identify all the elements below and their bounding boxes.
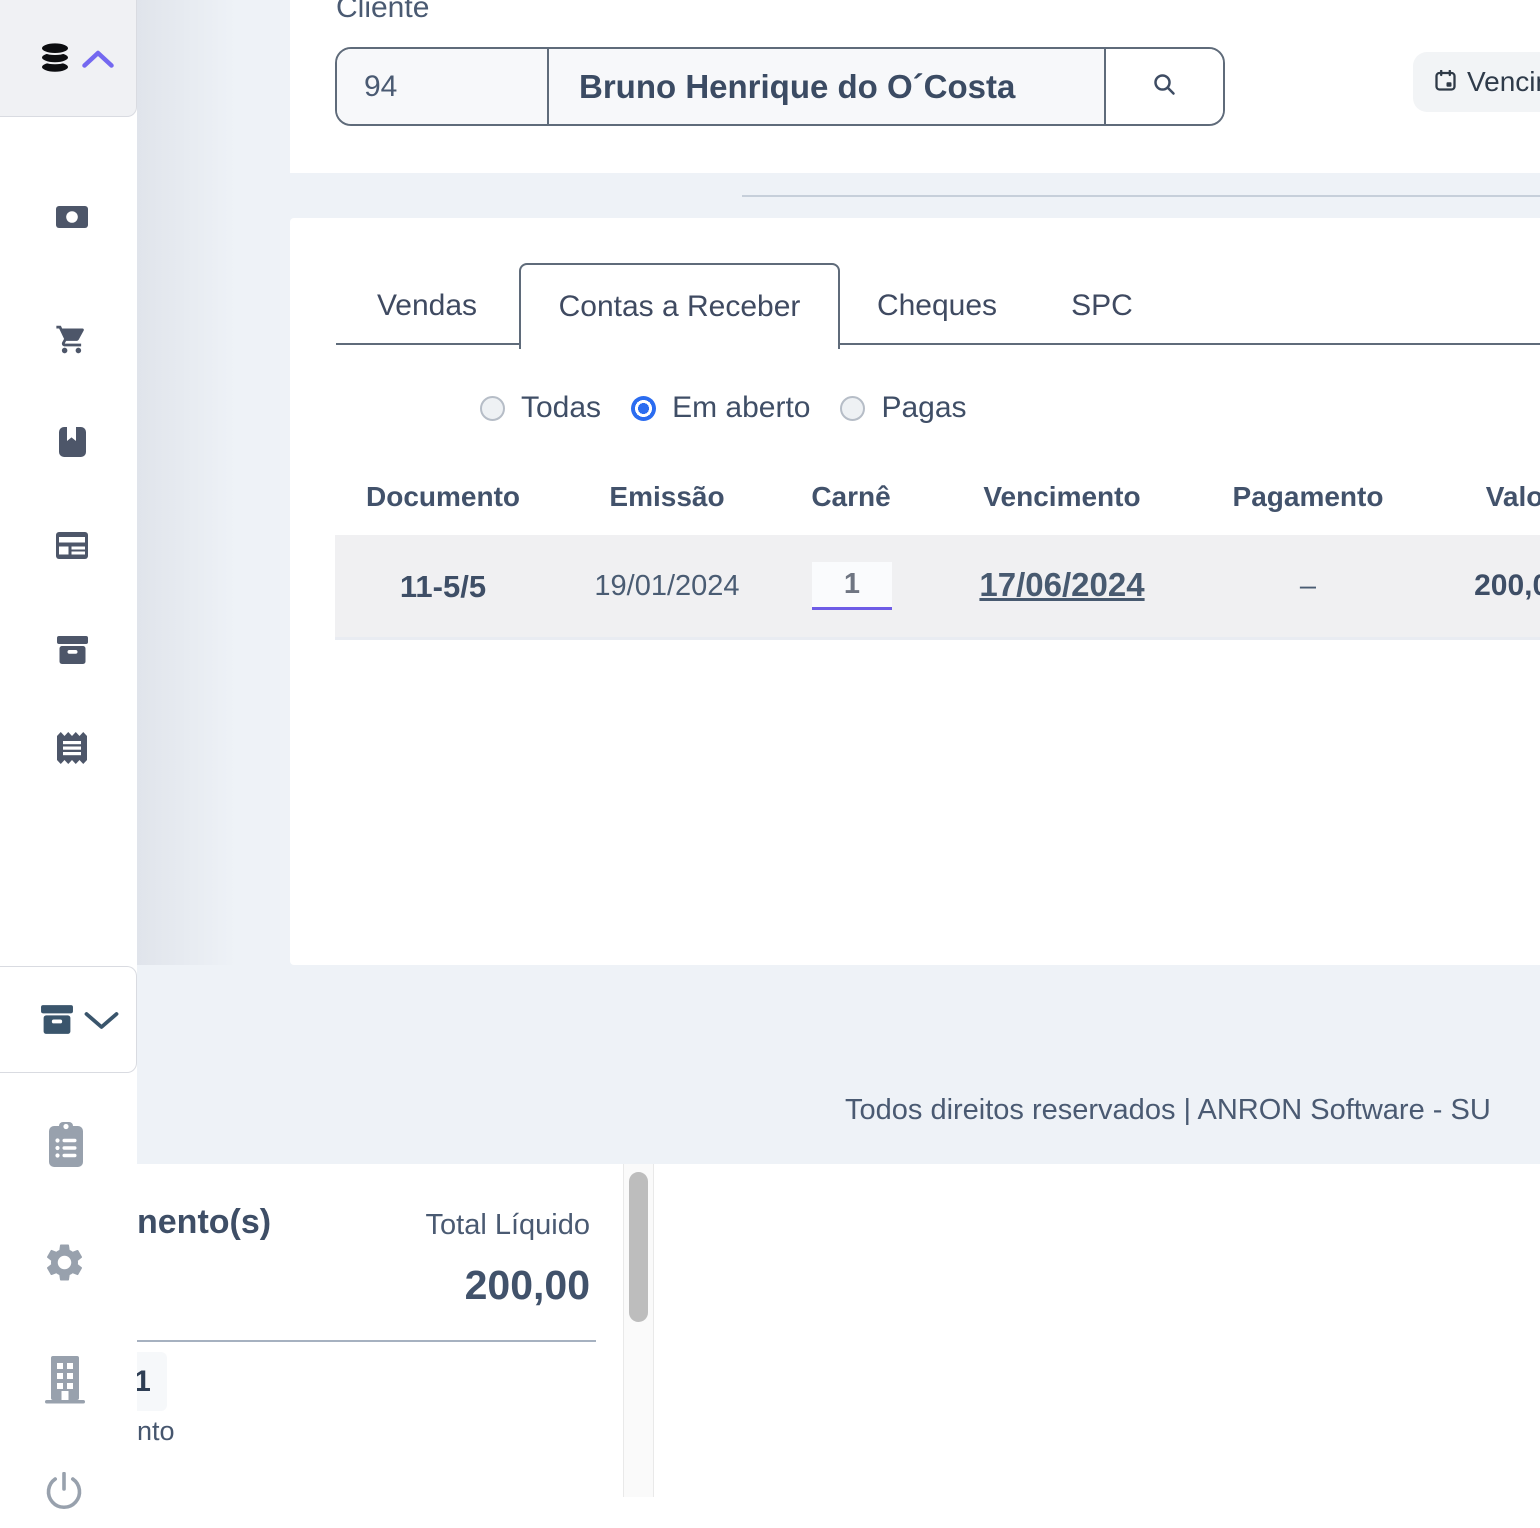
bookmark-icon[interactable] — [59, 427, 86, 462]
col-header-emissao: Emissão — [609, 481, 724, 513]
radio-pagas-circle[interactable] — [840, 396, 865, 421]
archive-icon[interactable] — [56, 636, 89, 669]
sidebar-group-box[interactable] — [0, 966, 137, 1073]
panel-scrollbar-track[interactable] — [623, 1164, 654, 1497]
sidebar-header-box[interactable] — [0, 0, 137, 117]
app-window: Cliente 94 Bruno Henrique do O´Costa Ven… — [0, 0, 1540, 1528]
sidebar — [0, 0, 137, 1528]
tab-spc[interactable]: SPC — [1071, 289, 1133, 323]
sidebar-shadow-gradient — [137, 0, 290, 965]
copyright-text: Todos direitos reservados | ANRON Softwa… — [845, 1094, 1491, 1127]
shopping-cart-icon[interactable] — [55, 323, 88, 361]
cell-valor: 200,00 — [1474, 569, 1540, 603]
radio-pagas[interactable]: Pagas — [840, 391, 966, 425]
receipt-icon[interactable] — [57, 732, 87, 769]
archive-box-icon[interactable] — [40, 1005, 74, 1039]
radio-todas-label: Todas — [521, 391, 601, 425]
calendar-icon — [1435, 66, 1456, 98]
cell-documento: 11-5/5 — [400, 569, 486, 605]
clipboard-icon[interactable] — [47, 1122, 85, 1173]
radio-pagas-label: Pagas — [881, 391, 966, 425]
tab-vendas[interactable]: Vendas — [377, 289, 477, 323]
table-row — [335, 535, 1540, 640]
status-filter-group: Todas Em aberto Pagas — [480, 391, 967, 425]
building-icon[interactable] — [42, 1356, 88, 1409]
client-input-group: 94 Bruno Henrique do O´Costa — [335, 47, 1225, 126]
col-header-valor: Valor — [1486, 481, 1540, 513]
client-search-button[interactable] — [1106, 49, 1223, 124]
chevron-up-icon[interactable] — [82, 50, 114, 73]
col-header-documento: Documento — [366, 481, 520, 513]
total-liquido-label: Total Líquido — [350, 1209, 590, 1242]
radio-em-aberto[interactable]: Em aberto — [631, 391, 810, 425]
col-header-carne: Carnê — [811, 481, 890, 513]
client-name-field[interactable]: Bruno Henrique do O´Costa — [549, 49, 1106, 124]
radio-em-aberto-circle[interactable] — [631, 396, 656, 421]
col-header-vencimento: Vencimento — [983, 481, 1140, 513]
database-icon[interactable] — [38, 42, 72, 79]
gear-icon[interactable] — [42, 1240, 87, 1290]
client-field-label: Cliente — [336, 0, 429, 25]
panel-scrollbar-thumb[interactable] — [629, 1172, 648, 1322]
search-icon — [1151, 71, 1178, 103]
cell-vencimento-link[interactable]: 17/06/2024 — [979, 566, 1144, 604]
radio-todas[interactable]: Todas — [480, 391, 601, 425]
card-icon[interactable] — [56, 532, 88, 564]
section-divider — [742, 195, 1540, 197]
radio-todas-circle[interactable] — [480, 396, 505, 421]
tab-contas-a-receber[interactable]: Contas a Receber — [519, 263, 840, 349]
item-label: nto — [137, 1416, 175, 1447]
chevron-down-icon[interactable] — [84, 1011, 119, 1035]
power-icon[interactable] — [45, 1472, 83, 1517]
total-liquido-value: 200,00 — [300, 1262, 590, 1309]
cell-carne-link[interactable]: 1 — [812, 562, 892, 610]
tab-cheques[interactable]: Cheques — [877, 289, 997, 323]
money-bill-icon[interactable] — [56, 206, 88, 234]
radio-em-aberto-label: Em aberto — [672, 391, 810, 425]
col-header-pagamento: Pagamento — [1233, 481, 1384, 513]
client-code-field[interactable]: 94 — [337, 49, 549, 124]
cell-pagamento: – — [1300, 570, 1316, 603]
vencimento-button-label: Vencim — [1467, 66, 1540, 98]
vencimento-button[interactable]: Vencim — [1413, 52, 1540, 112]
bottom-panel-title: nento(s) — [137, 1203, 271, 1242]
cell-emissao: 19/01/2024 — [594, 570, 739, 603]
panel-divider — [137, 1340, 596, 1342]
tabbar-underline — [336, 343, 1540, 345]
